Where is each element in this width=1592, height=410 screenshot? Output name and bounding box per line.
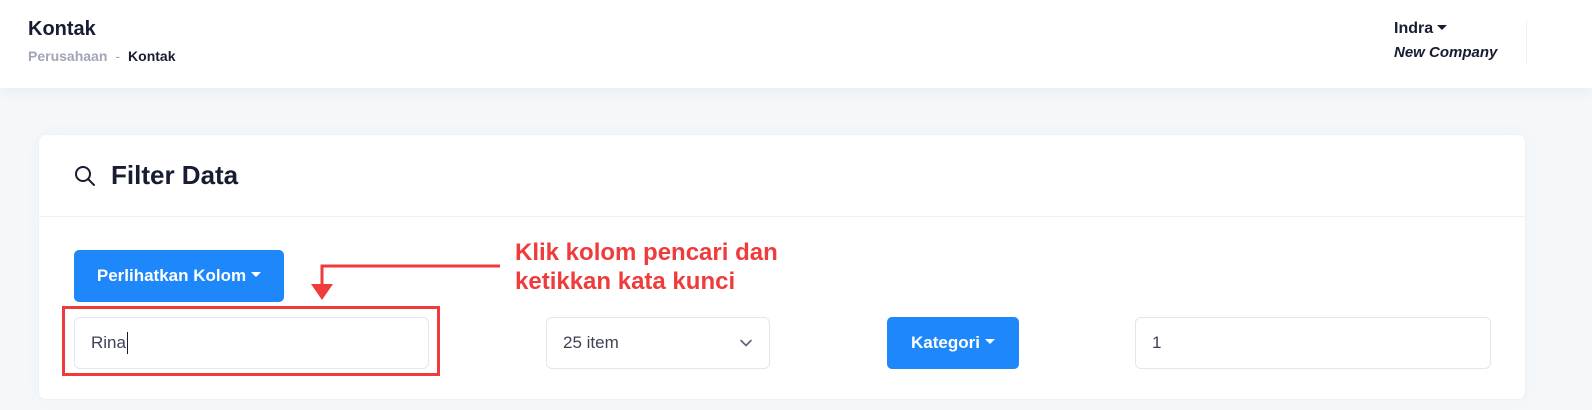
breadcrumb-current: Kontak [128, 48, 176, 64]
chevron-down-icon [740, 339, 752, 347]
breadcrumb-separator: - [115, 48, 121, 64]
annotation-line-2: ketikkan kata kunci [515, 268, 736, 295]
caret-down-icon [984, 339, 995, 344]
show-columns-button[interactable]: Perlihatkan Kolom [74, 250, 284, 302]
top-header: Kontak Perusahaan - Kontak Indra New Com… [0, 0, 1592, 88]
header-divider [1526, 20, 1527, 64]
page-number-value: 1 [1152, 333, 1162, 352]
page-number-input[interactable]: 1 [1135, 317, 1491, 369]
breadcrumb: Perusahaan - Kontak [28, 48, 176, 64]
annotation-line-1: Klik kolom pencari dan [515, 239, 778, 266]
show-columns-label: Perlihatkan Kolom [96, 266, 247, 285]
caret-down-icon [251, 272, 262, 277]
user-name: Indra [1394, 20, 1434, 37]
user-menu-toggle[interactable]: Indra [1394, 20, 1497, 38]
annotation-highlight-box [62, 306, 440, 376]
annotation-arrow-icon [311, 264, 500, 300]
user-menu[interactable]: Indra New Company [1394, 20, 1497, 61]
page-title: Kontak [28, 18, 96, 40]
breadcrumb-parent[interactable]: Perusahaan [28, 48, 107, 64]
annotation-text: Klik kolom pencari dan ketikkan kata kun… [515, 238, 778, 296]
company-name: New Company [1394, 44, 1498, 61]
search-icon [75, 165, 95, 186]
filter-card-header: Filter Data [39, 135, 1525, 217]
page-size-select[interactable]: 25 item [546, 317, 770, 369]
category-button[interactable]: Kategori [887, 317, 1019, 369]
filter-title: Filter Data [111, 160, 239, 190]
caret-down-icon [1437, 25, 1448, 30]
category-label: Kategori [911, 333, 980, 352]
page-size-value: 25 item [563, 333, 619, 352]
